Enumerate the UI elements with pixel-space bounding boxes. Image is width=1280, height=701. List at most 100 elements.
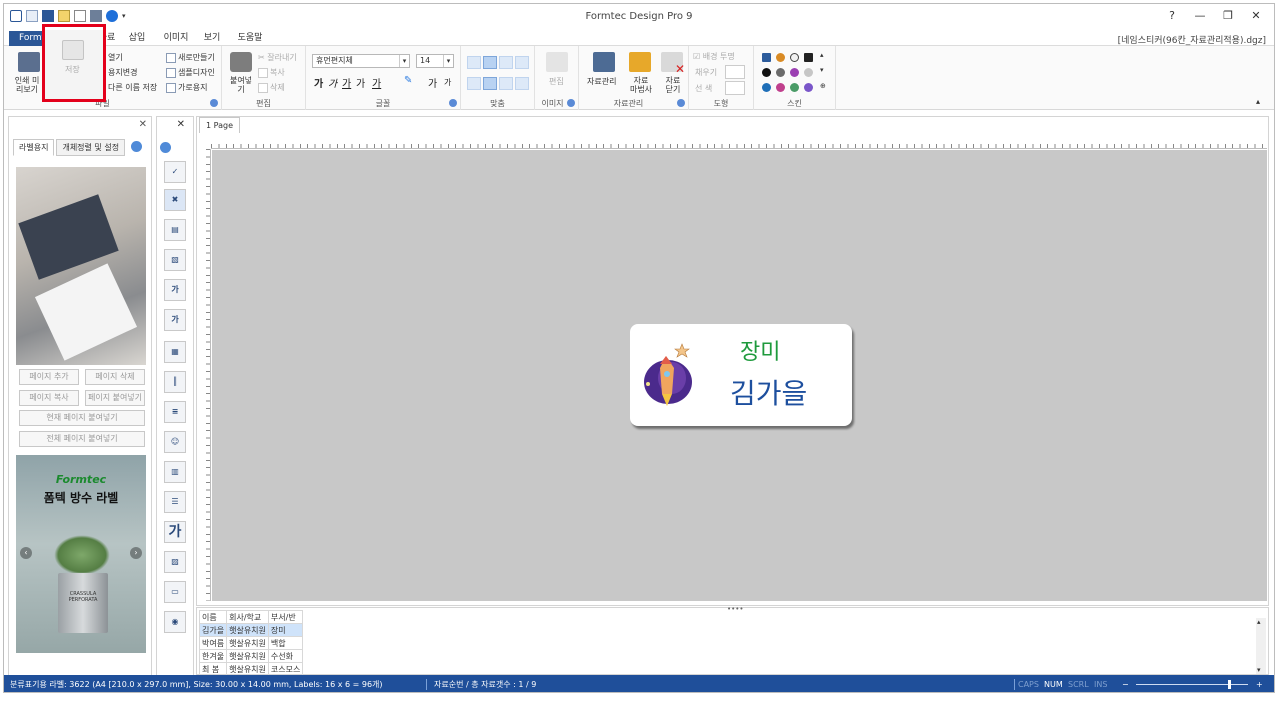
- align-top-right-icon[interactable]: [499, 56, 513, 69]
- page-tab[interactable]: 1 Page: [199, 117, 240, 133]
- table-row[interactable]: 박여름 햇살유치원 백합: [198, 636, 304, 650]
- frame-tool-icon[interactable]: ▭: [164, 581, 186, 603]
- data-close-icon[interactable]: ✕: [661, 52, 685, 76]
- skin-silver-icon[interactable]: [804, 68, 813, 77]
- help-button[interactable]: ?: [1162, 8, 1182, 24]
- highlight-button[interactable]: ✎: [404, 75, 412, 86]
- panel-nav-icon[interactable]: [131, 141, 143, 152]
- table-cell[interactable]: 코스모스: [267, 662, 304, 676]
- align-middle-center-icon[interactable]: [483, 77, 497, 90]
- tab-insert[interactable]: 삽입: [124, 31, 150, 46]
- table-cell[interactable]: 햇살유치원: [226, 649, 269, 663]
- table-row[interactable]: 최 봄 햇살유치원 코스모스: [198, 662, 304, 676]
- table-cell[interactable]: 박여름: [198, 636, 228, 650]
- text-path-tool-icon[interactable]: 가: [164, 309, 186, 331]
- line-color-picker[interactable]: [725, 81, 745, 95]
- data-wizard-icon[interactable]: [629, 52, 651, 72]
- data-group-launcher-icon[interactable]: [677, 99, 685, 107]
- column-header[interactable]: 회사/학교: [226, 610, 269, 624]
- grid-scrollbar[interactable]: ▴ ▾: [1256, 618, 1266, 674]
- column-header[interactable]: 이름: [198, 610, 228, 624]
- label-preview[interactable]: 장미 김가을: [630, 324, 852, 426]
- bold-button[interactable]: 가: [314, 75, 323, 90]
- skin-star-icon[interactable]: [790, 53, 799, 62]
- zoom-slider[interactable]: [1136, 684, 1248, 685]
- scroll-up-icon[interactable]: ▴: [1257, 618, 1261, 626]
- grow-font-button[interactable]: 가: [428, 75, 437, 90]
- image-tool-icon[interactable]: ☺: [164, 431, 186, 453]
- copy-page-button[interactable]: 페이지 복사: [19, 390, 79, 406]
- table-row[interactable]: 한겨울 햇살유치원 수선화: [198, 649, 304, 663]
- skin-purple-icon[interactable]: [790, 68, 799, 77]
- text-frame-tool-icon[interactable]: ▧: [164, 249, 186, 271]
- panel-close-icon[interactable]: ✕: [139, 119, 147, 130]
- shrink-font-button[interactable]: 가: [444, 77, 451, 88]
- tab-help[interactable]: 도움말: [232, 31, 268, 46]
- table-cell[interactable]: 장미: [267, 623, 304, 637]
- label-class-text[interactable]: 장미: [740, 334, 780, 366]
- tab-image[interactable]: 이미지: [159, 31, 193, 46]
- text-tool-icon[interactable]: 가: [164, 521, 186, 543]
- table-row[interactable]: 김가을 햇살유치원 장미: [198, 623, 304, 637]
- serial-number-tool-icon[interactable]: ≡: [164, 401, 186, 423]
- add-page-button[interactable]: 페이지 추가: [19, 369, 79, 385]
- zoom-out-button[interactable]: −: [1122, 675, 1129, 692]
- italic-button[interactable]: 가: [328, 75, 337, 90]
- tab-object-align[interactable]: 개체정렬 및 설정: [56, 139, 126, 156]
- print-preview-button[interactable]: 인쇄 미리보기: [12, 76, 42, 94]
- tab-label-paper[interactable]: 라벨용지: [13, 139, 55, 156]
- clipboard-icon[interactable]: [230, 52, 252, 72]
- align-justify-icon[interactable]: [515, 56, 529, 69]
- label-name-text[interactable]: 김가을: [730, 372, 807, 412]
- cut-button[interactable]: ✂ 잘라내기: [258, 52, 297, 63]
- paste-page-button[interactable]: 페이지 붙여넣기: [85, 390, 145, 406]
- image-edit-icon[interactable]: [546, 52, 568, 72]
- skin-black-icon[interactable]: [762, 68, 771, 77]
- font-name-select[interactable]: 휴먼편지체 ▾: [312, 54, 410, 68]
- select-tool-icon[interactable]: ✓: [164, 161, 186, 183]
- skin-gray-icon[interactable]: [776, 68, 785, 77]
- paste-current-page-button[interactable]: 현재 페이지 붙여넣기: [19, 410, 145, 426]
- skin-scroll-up-icon[interactable]: ▴: [820, 51, 824, 59]
- picture-tool-icon[interactable]: ▨: [164, 551, 186, 573]
- skin-more-icon[interactable]: ⊕: [820, 82, 826, 90]
- table-cell[interactable]: 수선화: [267, 649, 304, 663]
- align-middle-left-icon[interactable]: [467, 77, 481, 90]
- data-manage-icon[interactable]: [593, 52, 615, 72]
- skin-violet-icon[interactable]: [804, 83, 813, 92]
- copy-button[interactable]: 복사: [258, 67, 285, 78]
- scroll-down-icon[interactable]: ▾: [1257, 666, 1261, 674]
- fill-color-picker[interactable]: [725, 65, 745, 79]
- splitter-grip[interactable]: ••••: [727, 605, 744, 613]
- cross-tool-icon[interactable]: ✖: [164, 189, 186, 211]
- image-edit-button[interactable]: 편집: [549, 76, 564, 87]
- tab-view[interactable]: 보기: [200, 31, 224, 46]
- file-group-launcher-icon[interactable]: [210, 99, 218, 107]
- paste-button[interactable]: 붙여넣기: [228, 76, 254, 94]
- disc-tool-icon[interactable]: ◉: [164, 611, 186, 633]
- skin-magenta-icon[interactable]: [776, 83, 785, 92]
- skin-green-icon[interactable]: [790, 83, 799, 92]
- align-top-center-icon[interactable]: [483, 56, 497, 69]
- align-top-left-icon[interactable]: [467, 56, 481, 69]
- toolbar-nav-icon[interactable]: [160, 142, 171, 153]
- new-button[interactable]: 새로만들기: [166, 52, 215, 63]
- minimize-button[interactable]: —: [1190, 8, 1210, 24]
- bg-transparent-checkbox[interactable]: ☑ 배경 투명: [693, 51, 735, 62]
- table-cell[interactable]: 백합: [267, 636, 304, 650]
- restore-button[interactable]: ❐: [1218, 8, 1238, 24]
- table-cell[interactable]: 한겨울: [198, 649, 228, 663]
- toolbar-close-icon[interactable]: ✕: [177, 119, 185, 130]
- vertical-text-tool-icon[interactable]: 가: [164, 279, 186, 301]
- align-distribute-icon[interactable]: [515, 77, 529, 90]
- data-close-button[interactable]: 자료 닫기: [661, 76, 685, 94]
- skin-dark-icon[interactable]: [804, 53, 813, 62]
- skin-blue-icon[interactable]: [762, 53, 771, 62]
- column-header[interactable]: 부서/반: [267, 610, 304, 624]
- skin-scroll-down-icon[interactable]: ▾: [820, 66, 824, 74]
- skin-orange-icon[interactable]: [776, 53, 785, 62]
- data-manage-button[interactable]: 자료관리: [587, 76, 616, 87]
- underline-button[interactable]: 가: [342, 75, 351, 90]
- align-middle-right-icon[interactable]: [499, 77, 513, 90]
- barcode-tool-icon[interactable]: ║: [164, 371, 186, 393]
